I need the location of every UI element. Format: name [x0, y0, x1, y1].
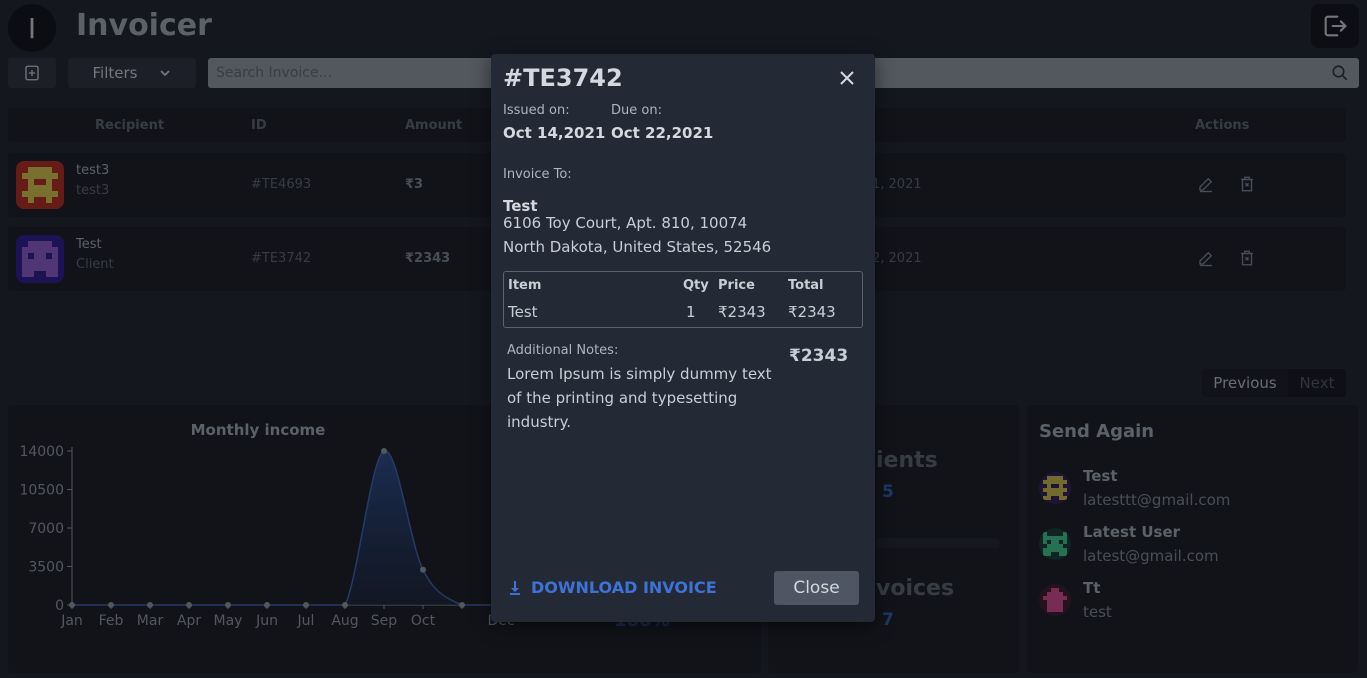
notes-label: Additional Notes:: [507, 343, 619, 358]
issued-label: Issued on:: [503, 103, 570, 118]
items-header-total: Total: [788, 278, 824, 293]
invoice-modal: #TE3742 Issued on: Oct 14,2021 Due on: O…: [491, 54, 875, 622]
items-table: Item Qty Price Total Test 1 ₹2343 ₹2343: [503, 271, 863, 328]
close-button[interactable]: Close: [774, 571, 859, 605]
item-name: Test: [508, 303, 538, 321]
due-date: Oct 22,2021: [611, 124, 714, 142]
address-line-1: 6106 Toy Court, Apt. 810, 10074: [503, 214, 748, 232]
download-label: DOWNLOAD INVOICE: [531, 578, 717, 597]
download-invoice-button[interactable]: DOWNLOAD INVOICE: [509, 578, 717, 597]
close-icon[interactable]: [835, 66, 859, 90]
grand-total: ₹2343: [789, 346, 849, 366]
issued-date: Oct 14,2021: [503, 124, 606, 142]
item-price: ₹2343: [718, 303, 766, 321]
client-name: Test: [503, 197, 538, 215]
items-header-price: Price: [718, 278, 755, 293]
due-label: Due on:: [611, 103, 662, 118]
item-qty: 1: [686, 303, 696, 321]
items-header-qty: Qty: [683, 278, 709, 293]
items-header-item: Item: [508, 278, 542, 293]
address-line-2: North Dakota, United States, 52546: [503, 238, 772, 256]
invoice-to-label: Invoice To:: [503, 167, 572, 182]
item-total: ₹2343: [788, 303, 836, 321]
notes-text: Lorem Ipsum is simply dummy text of the …: [507, 365, 772, 431]
modal-invoice-id: #TE3742: [503, 64, 623, 92]
download-icon: [510, 580, 520, 595]
